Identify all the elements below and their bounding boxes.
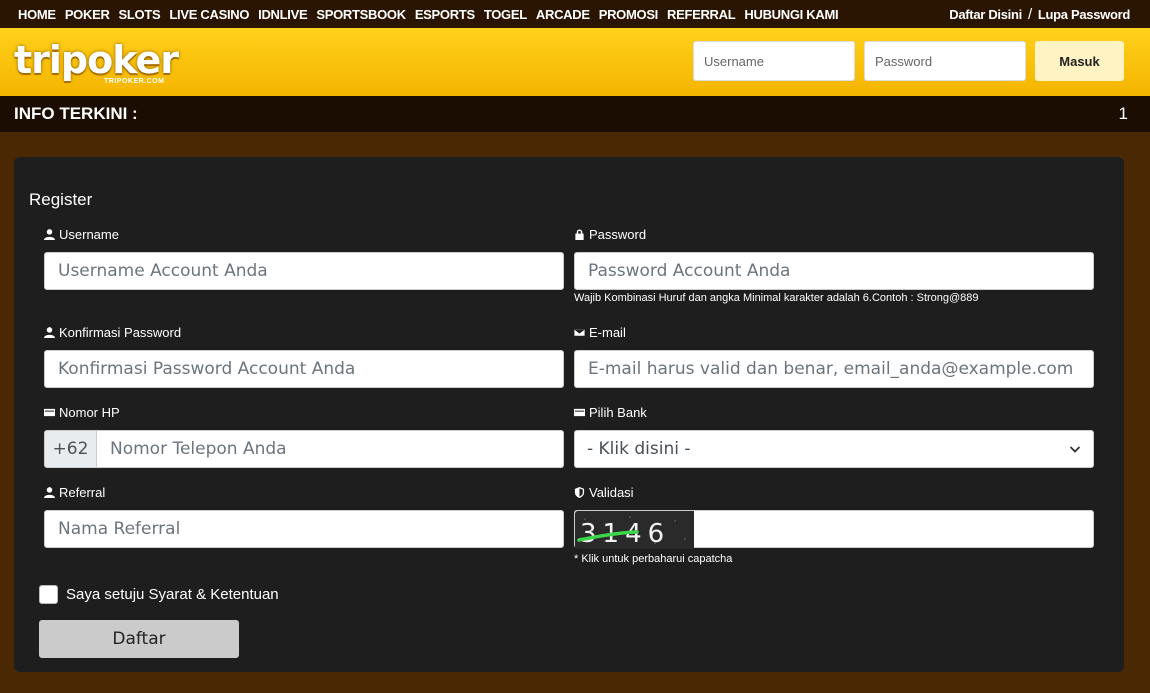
email-label: E-mail [574,325,626,340]
user-icon [44,229,55,240]
phone-label-text: Nomor HP [59,405,120,420]
forgot-password-link[interactable]: Lupa Password [1038,7,1130,22]
user-icon [44,487,55,498]
nav-live-casino[interactable]: LIVE CASINO [169,7,249,22]
terms-checkbox[interactable] [39,585,58,604]
news-ticker: 1 [1118,104,1128,123]
password-label-text: Password [589,227,647,242]
referral-label: Referral [44,485,105,500]
logo-subtitle: TRIPOKER.COM [104,78,165,85]
nav-referral[interactable]: REFERRAL [667,7,736,22]
username-label-text: Username [59,227,119,242]
phone-label: Nomor HP [44,405,120,420]
nav-sportsbook[interactable]: SPORTSBOOK [316,7,406,22]
validation-label-text: Validasi [589,485,634,500]
main-menu: HOME POKER SLOTS LIVE CASINO IDNLIVE SPO… [18,7,847,22]
captcha-graphic: 3146 [575,511,694,549]
phone-prefix: +62 [44,430,97,468]
nav-togel[interactable]: TOGEL [484,7,527,22]
nav-slots[interactable]: SLOTS [119,7,161,22]
username-input[interactable] [44,252,564,290]
email-input[interactable] [574,350,1094,388]
shield-icon [574,487,585,498]
bank-select[interactable]: - Klik disini - [574,430,1094,468]
confirm-password-label: Konfirmasi Password [44,325,181,340]
card-icon [574,408,585,417]
username-label: Username [44,227,119,242]
terms-label: Saya setuju Syarat & Ketentuan [66,586,279,603]
phone-input[interactable] [97,430,564,468]
register-submit-button[interactable]: Daftar [39,620,239,658]
login-username-input[interactable] [693,41,855,81]
password-label: Password [574,227,646,242]
nav-idnlive[interactable]: IDNLIVE [258,7,307,22]
bank-label: Pilih Bank [574,405,647,420]
news-bar: INFO TERKINI : 1 [0,96,1150,132]
lock-icon [575,229,584,240]
nav-arcade[interactable]: ARCADE [536,7,590,22]
nav-hubungi-kami[interactable]: HUBUNGI KAMI [744,7,838,22]
register-title: Register [29,190,93,209]
register-panel: Register Username Password Wajib Kombina… [14,157,1124,672]
envelope-icon [574,328,585,337]
user-icon [44,327,55,338]
password-input[interactable] [574,252,1094,290]
confirm-password-label-text: Konfirmasi Password [59,325,182,340]
phone-group: +62 [44,430,564,468]
chevron-down-icon [1069,446,1081,453]
site-header: tripoker TRIPOKER.COM Masuk [0,28,1150,96]
top-navigation: HOME POKER SLOTS LIVE CASINO IDNLIVE SPO… [0,0,1150,28]
account-links: Daftar Disini / Lupa Password [949,6,1130,23]
card-icon [44,408,55,417]
captcha-field[interactable]: 3146 [574,510,1094,549]
login-button[interactable]: Masuk [1035,41,1124,81]
nav-poker[interactable]: POKER [65,7,110,22]
captcha-hint[interactable]: * Klik untuk perbaharui capatcha [574,553,732,565]
email-label-text: E-mail [589,325,626,340]
nav-esports[interactable]: ESPORTS [415,7,475,22]
bank-selected-value: - Klik disini - [587,439,691,459]
confirm-password-input[interactable] [44,350,564,388]
register-link[interactable]: Daftar Disini [949,7,1022,22]
nav-promosi[interactable]: PROMOSI [599,7,659,22]
referral-label-text: Referral [59,485,106,500]
link-separator: / [1027,5,1032,23]
logo[interactable]: tripoker TRIPOKER.COM [14,38,184,88]
logo-word: tripoker [14,38,179,82]
password-hint: Wajib Kombinasi Huruf dan angka Minimal … [574,292,979,304]
captcha-image[interactable]: 3146 [575,511,694,549]
login-password-input[interactable] [864,41,1026,81]
nav-home[interactable]: HOME [18,7,56,22]
validation-label: Validasi [574,485,634,500]
news-label: INFO TERKINI : [14,104,138,123]
terms-agreement: Saya setuju Syarat & Ketentuan [39,585,279,604]
referral-input[interactable] [44,510,564,548]
bank-label-text: Pilih Bank [589,405,647,420]
